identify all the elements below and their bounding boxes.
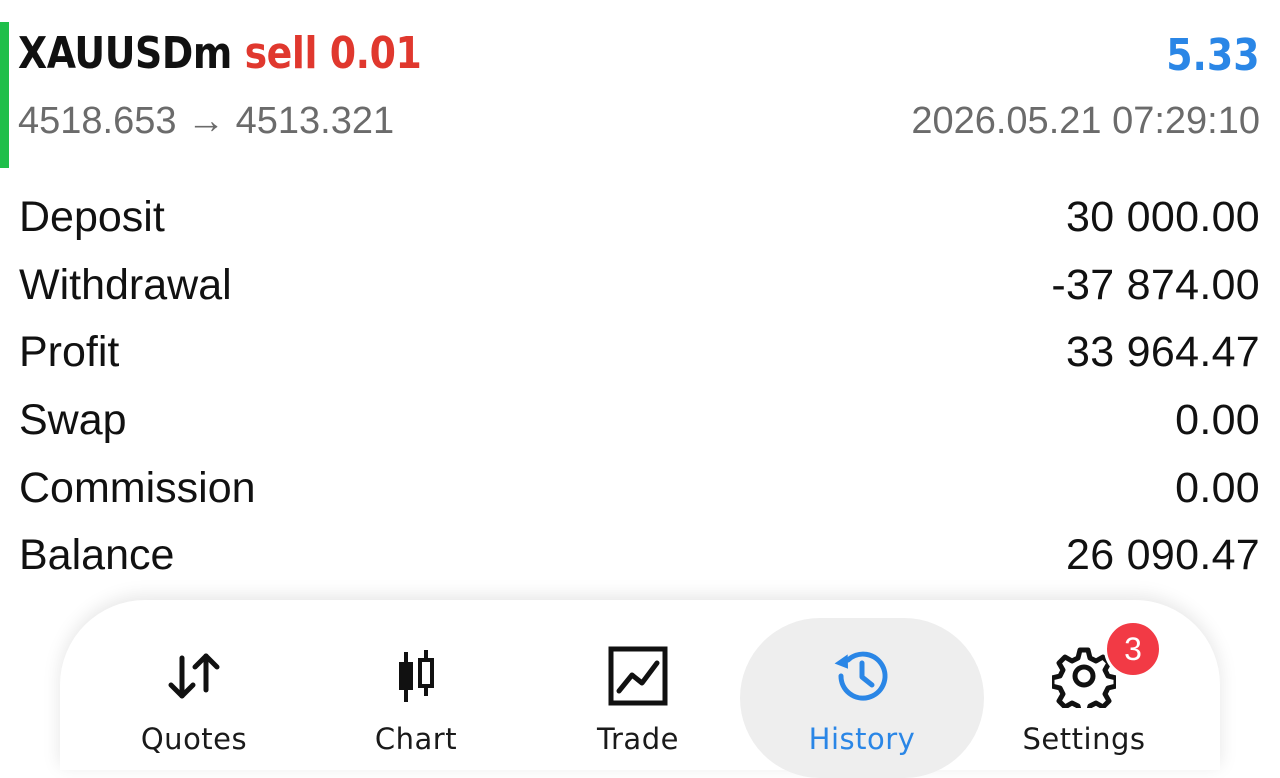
tab-chart[interactable]: Chart [296, 618, 536, 770]
summary-value: 0.00 [1175, 463, 1260, 512]
trade-chart-icon [608, 646, 668, 706]
tab-history[interactable]: History [742, 618, 982, 770]
summary-label: Commission [19, 463, 256, 512]
tab-settings[interactable]: Settings [964, 618, 1204, 770]
tab-label: History [808, 722, 916, 756]
tab-trade[interactable]: Trade [518, 618, 758, 770]
summary-row-swap: Swap 0.00 [0, 387, 1280, 455]
trade-direction-indicator [0, 22, 9, 168]
trade-time: 2026.05.21 07:29:10 [911, 100, 1260, 142]
trade-title: XAUUSDm sell 0.01 [18, 28, 422, 84]
summary-row-deposit: Deposit 30 000.00 [0, 184, 1280, 252]
summary-value: 26 090.47 [1066, 531, 1260, 580]
summary-value: 0.00 [1175, 396, 1260, 445]
trade-profit: 5.33 [1166, 30, 1260, 81]
summary-row-profit: Profit 33 964.47 [0, 319, 1280, 387]
summary-row-commission: Commission 0.00 [0, 454, 1280, 522]
quotes-arrows-icon [168, 653, 220, 699]
summary-label: Withdrawal [19, 260, 232, 309]
summary-label: Profit [19, 328, 120, 377]
history-trade-row[interactable]: XAUUSDm sell 0.01 5.33 4518.653 → 4513.3… [0, 22, 1280, 168]
history-clock-icon [834, 651, 888, 701]
account-summary: Deposit 30 000.00 Withdrawal -37 874.00 … [0, 184, 1280, 590]
summary-row-withdrawal: Withdrawal -37 874.00 [0, 252, 1280, 320]
summary-label: Deposit [19, 193, 165, 242]
trade-type-volume: sell 0.01 [244, 28, 422, 79]
summary-label: Balance [19, 531, 175, 580]
tab-label: Chart [374, 722, 458, 756]
trade-price-change: 4518.653 → 4513.321 [18, 100, 395, 142]
summary-value: 33 964.47 [1066, 328, 1260, 377]
summary-label: Swap [19, 396, 127, 445]
settings-notification-badge: 3 [1104, 620, 1162, 678]
summary-value: -37 874.00 [1051, 260, 1260, 309]
trade-symbol: XAUUSDm [18, 28, 232, 79]
tab-quotes[interactable]: Quotes [74, 618, 314, 770]
candlestick-chart-icon [399, 650, 434, 702]
summary-row-balance: Balance 26 090.47 [0, 522, 1280, 590]
summary-value: 30 000.00 [1066, 193, 1260, 242]
tab-label: Settings [1022, 722, 1146, 756]
tab-label: Quotes [140, 722, 248, 756]
bottom-tab-bar: Quotes Chart Trade History Settings [60, 600, 1220, 778]
tab-label: Trade [597, 722, 679, 756]
